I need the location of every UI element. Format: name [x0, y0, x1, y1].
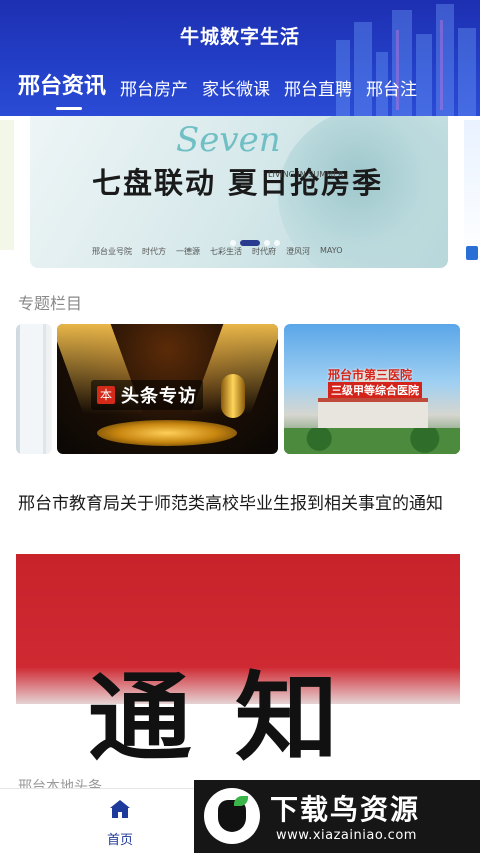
hero-banner[interactable]: Seven 七盘联动 夏日抢房季 LIVING IN SUMMER 邢台业号院 …: [30, 116, 448, 268]
carousel-dot[interactable]: [230, 240, 236, 246]
watermark-url: www.xiazainiao.com: [276, 828, 417, 843]
doctor-image: [20, 324, 46, 454]
carousel-dot-active[interactable]: [240, 240, 260, 246]
hospital-grade: 三级甲等综合医院: [328, 382, 422, 398]
carousel-prev-peek[interactable]: [0, 120, 14, 250]
interview-badge: 本 头条专访: [91, 380, 203, 410]
hospital-building: [318, 398, 428, 428]
special-card-third-hospital[interactable]: 邢台市第三医院 三级甲等综合医院: [284, 324, 460, 454]
carousel-next-peek[interactable]: [464, 120, 480, 260]
notice-image-text: 通知: [88, 662, 382, 774]
special-section-title: 专题栏目: [18, 294, 83, 313]
watermark-logo-icon: [204, 788, 260, 844]
banner-subtext: LIVING IN SUMMER: [268, 170, 344, 179]
home-icon: [110, 800, 130, 818]
special-card-headline-interview[interactable]: 本 头条专访: [57, 324, 278, 454]
watermark-leaf-shape: [234, 796, 248, 806]
special-card-doctor[interactable]: [16, 324, 52, 454]
special-cards-row: 本 头条专访 邢台市第三医院 三级甲等综合医院: [0, 324, 480, 454]
sponsor-logo: 七彩生活: [210, 247, 242, 256]
side-tag-icon[interactable]: [466, 246, 478, 260]
banner-headline: 七盘联动 夏日抢房季: [92, 166, 384, 200]
tab-xingtai-more[interactable]: 邢台注: [366, 75, 417, 100]
app-title: 牛城数字生活: [179, 26, 300, 48]
stage-light: [97, 420, 237, 446]
sponsor-logo: 邢台业号院: [92, 247, 132, 256]
banner-logo-row: 邢台业号院 时代方 一德源 七彩生活 时代府 澄风河 MAYO: [92, 246, 343, 257]
hospital-name: 邢台市第三医院: [328, 368, 413, 382]
sponsor-logo: 澄风河: [286, 247, 310, 256]
carousel-dot[interactable]: [264, 240, 270, 246]
tab-xingtai-jobs[interactable]: 邢台直聘: [284, 75, 352, 100]
tab-parent-courses[interactable]: 家长微课: [202, 75, 270, 100]
tab-xingtai-realestate[interactable]: 邢台房产: [120, 75, 188, 100]
watermark-overlay: 下载鸟资源 www.xiazainiao.com: [194, 780, 480, 853]
ben-icon: 本: [97, 386, 115, 404]
carousel-indicator: [230, 240, 280, 246]
microphone-icon: [221, 374, 245, 418]
category-tabs: 邢台资讯 邢台房产 家长微课 邢台直聘 邢台注: [18, 68, 417, 110]
sponsor-logo: 时代府: [252, 247, 276, 256]
sponsor-logo: 一德源: [176, 247, 200, 256]
app-screen: 牛城数字生活 邢台资讯 邢台房产 家长微课 邢台直聘 邢台注 Seven 七盘联…: [0, 0, 480, 853]
banner-script-text: Seven: [176, 120, 281, 160]
nav-home-label: 首页: [106, 833, 133, 848]
nav-home[interactable]: 首页: [96, 797, 144, 848]
watermark-title: 下载鸟资源: [270, 793, 421, 826]
header: 牛城数字生活 邢台资讯 邢台房产 家长微课 邢台直聘 邢台注: [0, 0, 480, 116]
article-title[interactable]: 邢台市教育局关于师范类高校毕业生报到相关事宜的通知: [18, 490, 462, 518]
interview-badge-text: 头条专访: [121, 386, 197, 407]
sponsor-logo: 时代方: [142, 247, 166, 256]
trees-decoration: [284, 428, 460, 454]
tab-xingtai-news[interactable]: 邢台资讯: [18, 68, 106, 110]
sponsor-logo: MAYO: [320, 246, 343, 255]
carousel-dot[interactable]: [274, 240, 280, 246]
